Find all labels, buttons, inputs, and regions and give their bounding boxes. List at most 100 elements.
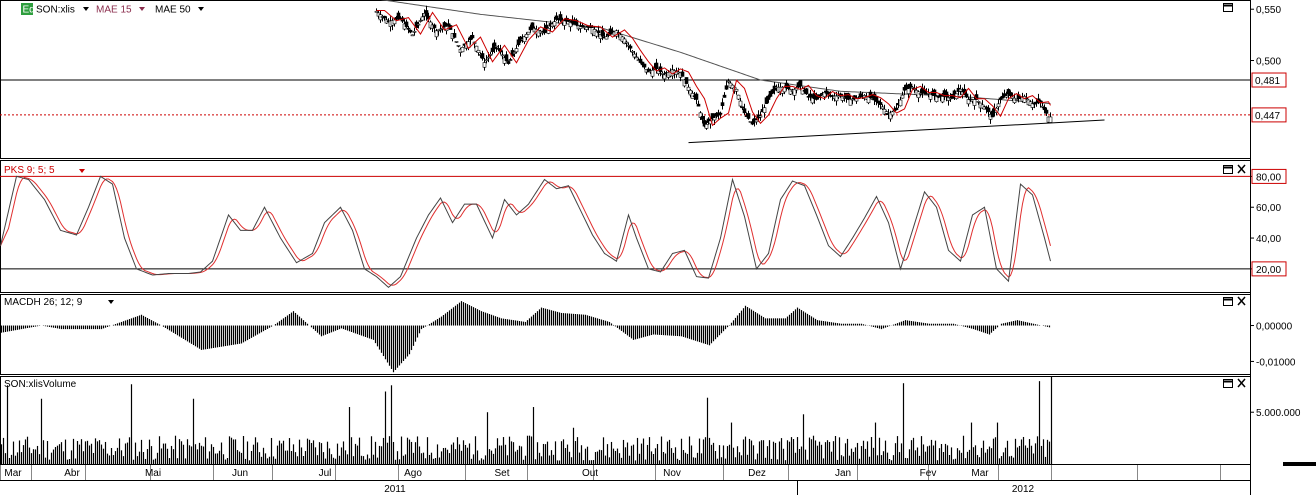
candle-body bbox=[418, 20, 423, 22]
scroll-handle[interactable] bbox=[1283, 462, 1316, 466]
candle-body bbox=[476, 49, 481, 53]
month-label: Set bbox=[494, 468, 509, 479]
axes: 0,481 0,447 0,550 0,500 80,00 60,00 40,00 20,00… bbox=[0, 0, 1301, 495]
price-level-label: 0,447 bbox=[1255, 111, 1280, 122]
candle-body bbox=[754, 119, 759, 123]
candle-body bbox=[944, 91, 949, 98]
stoch-k-line bbox=[0, 175, 1051, 289]
candle-body bbox=[452, 33, 457, 38]
month-label: Ago bbox=[404, 468, 422, 479]
candle-body bbox=[906, 88, 911, 94]
candle-body bbox=[724, 85, 729, 90]
month-label: Jul bbox=[319, 468, 332, 479]
close-icon[interactable] bbox=[1237, 378, 1246, 388]
candle-body bbox=[746, 113, 751, 119]
candle-body bbox=[558, 14, 563, 21]
candle-body bbox=[512, 52, 517, 54]
candle-body bbox=[514, 48, 519, 53]
candle-body bbox=[898, 99, 903, 107]
candle-body bbox=[1048, 116, 1053, 123]
candle-body bbox=[680, 71, 685, 77]
stoch-tick-label: 60,00 bbox=[1256, 203, 1281, 214]
mae50-label[interactable]: MAE 50 bbox=[155, 5, 191, 16]
candle-body bbox=[1022, 96, 1027, 103]
stoch-tick-label: 80,00 bbox=[1256, 172, 1281, 183]
stochastic-plot bbox=[0, 175, 1250, 289]
symbol-label[interactable]: SON:xlis bbox=[36, 5, 75, 16]
candle-body bbox=[424, 10, 429, 17]
macd-plot bbox=[0, 301, 1051, 373]
candle-body bbox=[726, 80, 731, 83]
candle-body bbox=[850, 98, 855, 101]
candle-body bbox=[1044, 109, 1049, 114]
month-label: Jan bbox=[835, 468, 851, 479]
mae15-label[interactable]: MAE 15 bbox=[96, 5, 132, 16]
candle-body bbox=[530, 22, 535, 28]
candle-body bbox=[484, 59, 489, 62]
month-label: Nov bbox=[663, 468, 681, 479]
year-label: 2012 bbox=[1012, 484, 1035, 495]
candle-body bbox=[506, 61, 511, 64]
candle-body bbox=[1008, 92, 1013, 96]
candle-body bbox=[480, 53, 485, 59]
candle-body bbox=[624, 41, 629, 44]
candle-body bbox=[1014, 99, 1019, 101]
candle-body bbox=[976, 101, 981, 103]
candle-body bbox=[416, 23, 421, 26]
candle-body bbox=[738, 100, 743, 107]
candle-body bbox=[836, 95, 841, 98]
candle-body bbox=[374, 10, 379, 13]
price-tick-label: 0,550 bbox=[1256, 5, 1281, 16]
candle-body bbox=[508, 59, 513, 61]
candle-body bbox=[456, 44, 461, 47]
candle-body bbox=[712, 117, 717, 121]
stoch-dropdown-icon[interactable] bbox=[79, 169, 85, 173]
badge-text: Eq bbox=[23, 5, 35, 16]
macd-label[interactable]: MACDH 26; 12; 9 bbox=[4, 297, 83, 308]
candle-body bbox=[660, 73, 665, 75]
candle-body bbox=[880, 106, 885, 110]
candle-body bbox=[972, 99, 977, 106]
candle-body bbox=[884, 111, 889, 114]
stock-chart: 0,481 0,447 0,550 0,500 80,00 60,00 40,00 20,00… bbox=[0, 0, 1316, 495]
candle-body bbox=[910, 86, 915, 89]
candle-body bbox=[694, 93, 699, 100]
volume-label[interactable]: SON:xlisVolume bbox=[4, 379, 77, 390]
macd-tick-label: -0,01000 bbox=[1256, 357, 1296, 368]
candle-body bbox=[600, 29, 605, 37]
month-label: Mar bbox=[4, 468, 22, 479]
candle-body bbox=[762, 107, 767, 113]
stoch-label[interactable]: PKS 9; 5; 5 bbox=[4, 165, 55, 176]
volume-plot bbox=[0, 377, 1053, 464]
mae15-line bbox=[376, 9, 1051, 127]
candle-body bbox=[750, 122, 755, 125]
candle-body bbox=[404, 21, 409, 27]
candle-body bbox=[460, 47, 465, 53]
candle-body bbox=[1042, 106, 1047, 111]
stoch-tick-label: 40,00 bbox=[1256, 234, 1281, 245]
candle-body bbox=[628, 45, 633, 49]
candle-body bbox=[494, 45, 499, 48]
macd-dropdown-icon[interactable] bbox=[108, 300, 114, 304]
mae15-dropdown-icon[interactable] bbox=[139, 7, 145, 11]
macd-tick-label: 0,00000 bbox=[1256, 322, 1293, 333]
price-plot bbox=[0, 0, 1250, 144]
candle-body bbox=[736, 94, 741, 100]
candle-body bbox=[420, 16, 425, 21]
candle-body bbox=[818, 94, 823, 97]
price-panel bbox=[0, 0, 1251, 159]
candle-body bbox=[684, 77, 689, 84]
candle-body bbox=[382, 15, 387, 19]
year-label: 2011 bbox=[384, 484, 406, 495]
mae50-dropdown-icon[interactable] bbox=[198, 7, 204, 11]
candle-body bbox=[500, 54, 505, 57]
candle-body bbox=[900, 94, 905, 99]
close-icon[interactable] bbox=[1237, 296, 1246, 306]
candle-body bbox=[696, 103, 701, 107]
month-label: Out bbox=[582, 468, 598, 479]
candle-body bbox=[958, 88, 963, 92]
close-icon[interactable] bbox=[1237, 164, 1246, 174]
candle-body bbox=[408, 29, 413, 33]
candle-body bbox=[894, 107, 899, 111]
symbol-dropdown-icon[interactable] bbox=[83, 7, 89, 11]
